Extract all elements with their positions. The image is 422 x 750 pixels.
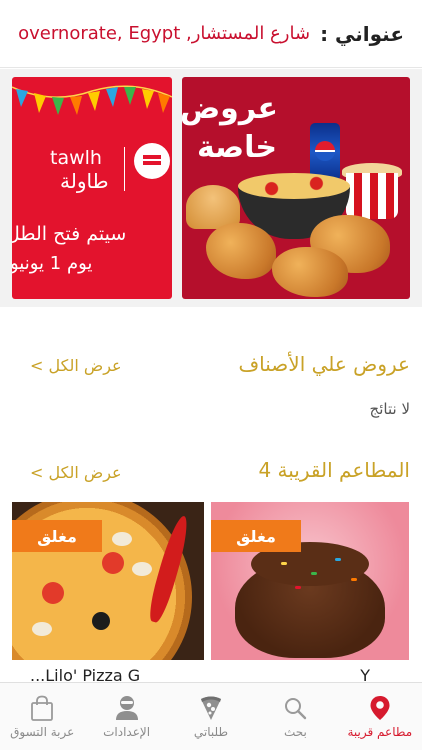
no-results-text: لا نتائج (369, 400, 410, 418)
shopping-bag-icon (29, 695, 55, 721)
pizza-slice-icon (198, 695, 224, 721)
mushroom-topping (112, 532, 132, 546)
closed-badge: مغلق (12, 520, 102, 552)
user-icon (114, 695, 140, 721)
brand-name-ar: طاولة (60, 169, 109, 193)
sprinkle (351, 578, 357, 581)
mushroom-topping (32, 622, 52, 636)
restaurant-card[interactable]: مغلق (12, 502, 204, 660)
nearby-restaurants-see-all[interactable]: عرض الكل > (30, 463, 122, 482)
nav-search[interactable]: بحث (253, 683, 337, 750)
sprinkle (335, 558, 341, 561)
tomato-topping (42, 582, 64, 604)
brand-divider (124, 147, 125, 191)
tomato-topping (102, 552, 124, 574)
tawlh-banner[interactable]: tawlh طاولة سيتم فتح الطل يوم 1 يونيو (12, 77, 172, 299)
address-value[interactable]: شارع المستشار, overnorate, Egypt... (18, 23, 310, 44)
nav-label: عربة التسوق (10, 724, 75, 739)
address-bar[interactable]: عنواني : شارع المستشار, overnorate, Egyp… (0, 0, 422, 68)
soda-logo (315, 141, 335, 161)
fried-chicken-image (206, 223, 276, 279)
olive-topping (92, 612, 110, 630)
nav-shopping-cart[interactable]: عربة التسوق (0, 683, 84, 750)
special-offers-title-line1: عروض (182, 91, 278, 126)
nav-label: مطاعم قريبة (347, 724, 413, 739)
promo-carousel[interactable]: عروض خاصة tawlh طاولة سيتم فتح الطل يوم … (0, 69, 422, 307)
nav-nearby-restaurants[interactable]: مطاعم قريبة (338, 683, 422, 750)
tawlh-announcement-line1: سيتم فتح الطل (12, 223, 127, 245)
sprinkle (281, 562, 287, 565)
category-offers-title: عروض علي الأصناف (238, 352, 410, 376)
search-icon (282, 695, 308, 721)
restaurant-names-strip: Y ...Lilo' Pizza G (0, 660, 422, 682)
nav-label: بحث (283, 724, 307, 739)
special-offers-title: عروض خاصة (182, 89, 278, 167)
nearby-restaurants-title: المطاعم القريبة 4 (258, 458, 410, 482)
nav-label: الإعدادات (103, 724, 151, 739)
nav-settings[interactable]: الإعدادات (84, 683, 168, 750)
mushroom-topping (132, 562, 152, 576)
tawlh-logo-mark (143, 155, 161, 165)
special-offers-banner[interactable]: عروض خاصة (182, 77, 410, 299)
restaurant-name[interactable]: ...Lilo' Pizza G (30, 666, 140, 682)
bunting-decoration (12, 85, 172, 115)
location-pin-icon (367, 695, 393, 721)
soda-can-image (310, 123, 340, 181)
sprinkle (311, 572, 317, 575)
sprinkle (295, 586, 301, 589)
bottom-nav: مطاعم قريبة بحث طلباتي الإعدادات عربة ال… (0, 682, 422, 750)
brand-name-en: tawlh (50, 147, 102, 169)
nav-label: طلباتي (193, 724, 229, 739)
special-offers-title-line2: خاصة (196, 130, 278, 165)
restaurant-card[interactable]: مغلق (211, 502, 409, 660)
nav-my-orders[interactable]: طلباتي (169, 683, 253, 750)
bucket-image (346, 173, 398, 219)
restaurant-name[interactable]: Y (360, 666, 370, 682)
fried-chicken-image (272, 247, 348, 297)
address-label: عنواني : (320, 21, 404, 46)
bowl-food-image (238, 173, 350, 199)
tawlh-announcement-line2: يوم 1 يونيو (12, 253, 93, 274)
category-offers-see-all[interactable]: عرض الكل > (30, 356, 122, 375)
closed-badge: مغلق (211, 520, 301, 552)
